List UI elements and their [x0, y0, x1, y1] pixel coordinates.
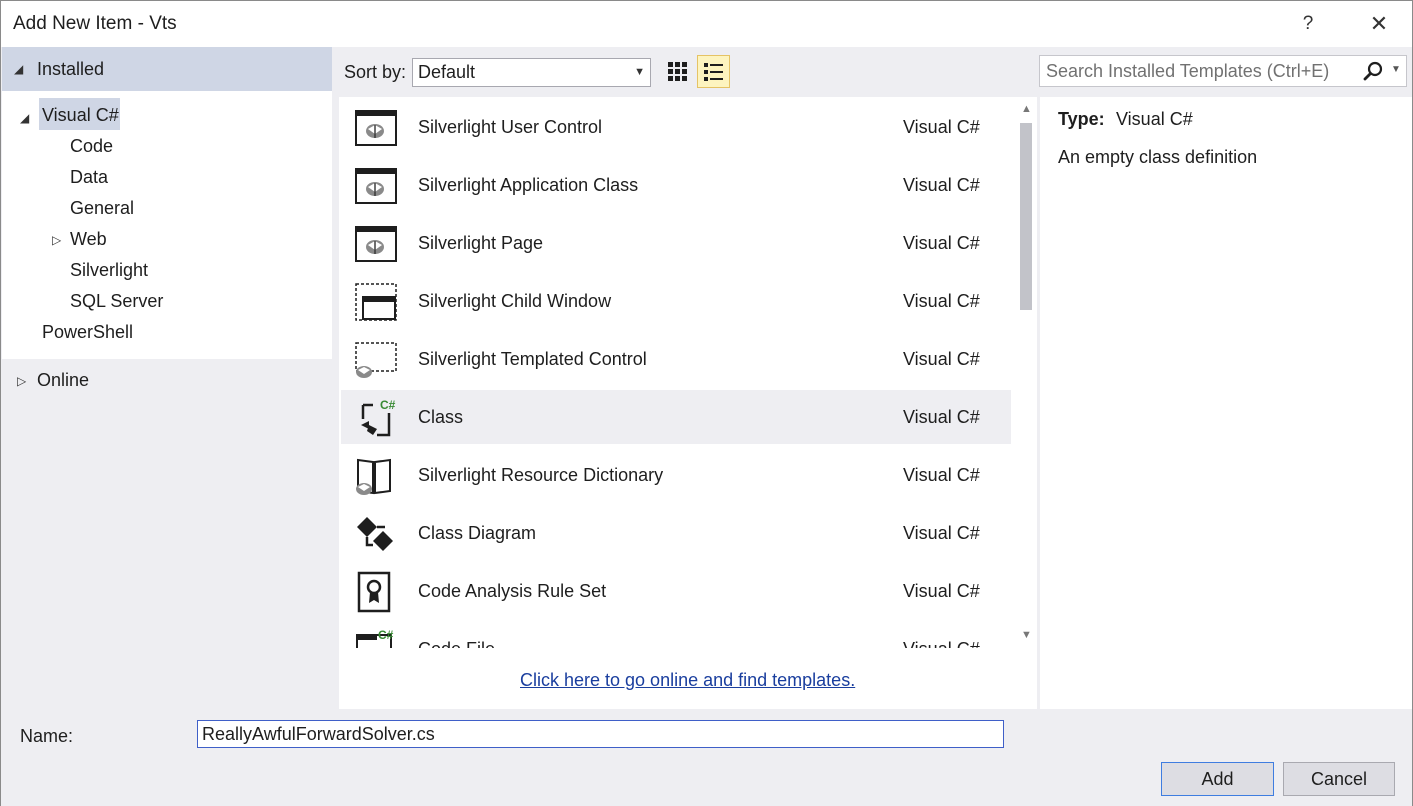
template-name: Code Analysis Rule Set	[418, 581, 607, 601]
template-list: Silverlight User Control Visual C# Silve…	[339, 97, 1012, 648]
scroll-thumb[interactable]	[1020, 123, 1032, 310]
sort-by-dropdown[interactable]: Default ▼	[412, 58, 651, 87]
template-language: Visual C#	[903, 291, 980, 311]
template-item-silverlight-child-window[interactable]: Silverlight Child Window Visual C#	[341, 274, 1011, 328]
template-category-tree	[2, 47, 332, 359]
cancel-button[interactable]: Cancel	[1283, 762, 1395, 796]
template-description: An empty class definition	[1058, 147, 1258, 167]
template-item-class[interactable]: C# Class Visual C#	[341, 390, 1011, 444]
silverlight-page-icon	[355, 226, 397, 262]
template-item-class-diagram[interactable]: Class Diagram Visual C#	[341, 506, 1011, 560]
template-language: Visual C#	[903, 465, 980, 485]
find-templates-online-link[interactable]: Click here to go online and find templat…	[520, 670, 855, 691]
svg-text:C#: C#	[378, 629, 394, 642]
silverlight-templated-control-icon	[355, 342, 397, 378]
template-item-silverlight-page[interactable]: Silverlight Page Visual C#	[341, 216, 1011, 270]
template-name: Silverlight Templated Control	[418, 349, 647, 369]
template-name: Silverlight Application Class	[418, 175, 639, 195]
tree-item-web[interactable]: Web	[70, 229, 107, 250]
template-item-silverlight-application-class[interactable]: Silverlight Application Class Visual C#	[341, 158, 1011, 212]
search-installed-templates-box[interactable]: ▼	[1039, 55, 1407, 87]
medium-icons-view-button[interactable]	[661, 55, 693, 87]
template-details-panel: Type: Visual C# An empty class definitio…	[1040, 97, 1412, 709]
template-name: Class	[418, 407, 464, 427]
template-list-scrollbar[interactable]: ▲ ▼	[1015, 97, 1037, 648]
expanded-arrow-icon[interactable]: ◢	[20, 111, 29, 125]
tree-item-general[interactable]: General	[70, 198, 134, 219]
template-item-silverlight-templated-control[interactable]: Silverlight Templated Control Visual C#	[341, 332, 1011, 386]
search-input[interactable]	[1046, 56, 1356, 86]
template-name: Silverlight Resource Dictionary	[418, 465, 664, 485]
template-language: Visual C#	[903, 639, 980, 648]
tree-item-code[interactable]: Code	[70, 136, 113, 157]
resource-dictionary-icon	[356, 458, 391, 495]
code-analysis-rule-set-icon	[357, 571, 391, 613]
title-bar: Add New Item - Vts ? ✕	[1, 1, 1412, 47]
template-language: Visual C#	[903, 349, 980, 369]
template-item-silverlight-user-control[interactable]: Silverlight User Control Visual C#	[341, 100, 1011, 154]
template-name: Silverlight Page	[418, 233, 544, 253]
code-file-icon: C#	[356, 629, 394, 648]
tree-item-online[interactable]: Online	[37, 370, 89, 391]
list-view-button[interactable]	[697, 55, 730, 88]
file-name-input[interactable]	[197, 720, 1004, 748]
expanded-arrow-icon[interactable]: ◢	[14, 62, 23, 76]
tree-item-silverlight[interactable]: Silverlight	[70, 260, 148, 281]
template-item-code-file[interactable]: C# Code File Visual C#	[341, 622, 1011, 648]
tree-item-data[interactable]: Data	[70, 167, 108, 188]
template-list-panel: Silverlight User Control Visual C# Silve…	[339, 97, 1037, 709]
svg-text:C#: C#	[380, 398, 396, 412]
tree-label-installed: Installed	[37, 59, 105, 79]
add-new-item-dialog: Add New Item - Vts ? ✕ ◢ Installed ◢ Vis…	[0, 0, 1413, 806]
close-button[interactable]: ✕	[1356, 5, 1402, 43]
help-button[interactable]: ?	[1285, 5, 1331, 43]
scroll-up-arrow-icon[interactable]: ▲	[1021, 103, 1032, 115]
template-name: Class Diagram	[418, 523, 537, 543]
tree-item-powershell[interactable]: PowerShell	[42, 322, 133, 343]
template-language: Visual C#	[903, 117, 980, 137]
scroll-down-arrow-icon[interactable]: ▼	[1021, 629, 1032, 641]
template-item-silverlight-resource-dictionary[interactable]: Silverlight Resource Dictionary Visual C…	[341, 448, 1011, 502]
silverlight-application-class-icon	[355, 168, 397, 204]
silverlight-user-control-icon	[355, 110, 397, 146]
list-view-icon	[704, 63, 723, 81]
type-value: Visual C#	[1116, 109, 1193, 129]
search-options-dropdown-icon[interactable]: ▼	[1391, 64, 1401, 75]
chevron-down-icon: ▼	[634, 66, 645, 78]
template-language: Visual C#	[903, 523, 980, 543]
class-diagram-icon	[357, 517, 393, 551]
add-button[interactable]: Add	[1161, 762, 1274, 796]
silverlight-child-window-icon	[355, 283, 397, 321]
sort-by-label: Sort by:	[344, 62, 407, 82]
template-language: Visual C#	[903, 175, 980, 195]
template-language: Visual C#	[903, 581, 980, 601]
grid-view-icon	[668, 62, 687, 81]
csharp-class-icon: C#	[361, 398, 396, 437]
template-item-code-analysis-rule-set[interactable]: Code Analysis Rule Set Visual C#	[341, 564, 1011, 618]
search-icon[interactable]	[1362, 61, 1384, 83]
dialog-title: Add New Item - Vts	[13, 13, 177, 34]
type-label: Type:	[1058, 109, 1105, 129]
tree-item-visual-csharp[interactable]: Visual C#	[42, 105, 119, 126]
template-name: Code File	[418, 639, 495, 648]
template-name: Silverlight Child Window	[418, 291, 612, 311]
name-label: Name:	[20, 726, 74, 746]
template-name: Silverlight User Control	[418, 117, 603, 137]
tree-item-sql-server[interactable]: SQL Server	[70, 291, 163, 312]
template-language: Visual C#	[903, 233, 980, 253]
sort-by-value: Default	[418, 62, 476, 82]
tree-item-installed[interactable]: ◢ Installed	[2, 47, 332, 91]
collapsed-arrow-icon[interactable]: ▷	[17, 374, 26, 388]
template-language: Visual C#	[903, 407, 980, 427]
collapsed-arrow-icon[interactable]: ▷	[52, 233, 61, 247]
